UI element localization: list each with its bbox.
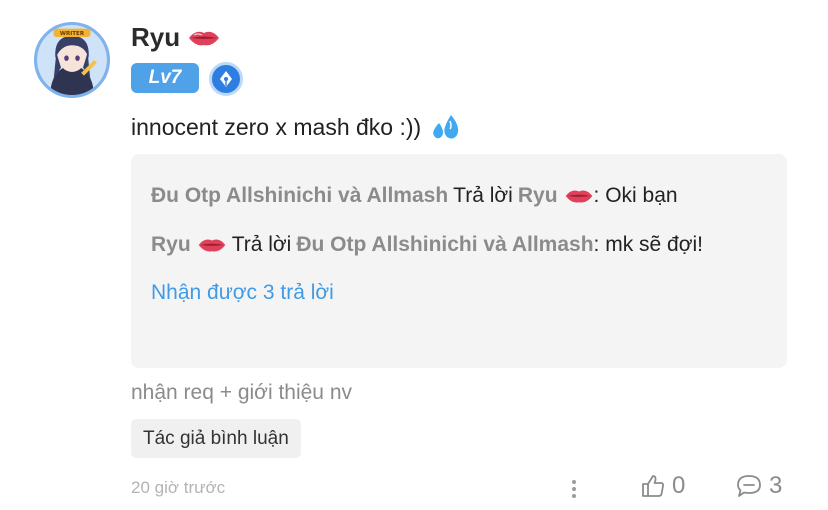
lips-icon [189,31,220,45]
comment-timestamp: 20 giờ trước [131,478,226,497]
reply-item: Đu Otp Allshinichi và Allmash Trả lời Ry… [151,184,678,208]
like-count: 0 [672,472,686,499]
dot [572,487,576,491]
reply-button[interactable]: 3 [735,472,782,500]
username[interactable]: Ryu [131,22,180,53]
sweat-droplets-icon [433,115,459,139]
reply-action: Trả lời [231,233,292,256]
more-options-icon[interactable] [566,477,582,501]
replies-preview[interactable]: Đu Otp Allshinichi và Allmash Trả lời Ry… [131,154,787,368]
reply-action: Trả lời [453,184,513,207]
reply-item: Ryu Trả lời Đu Otp Allshinichi và Allmas… [151,233,703,257]
lips-icon [565,190,592,203]
reply-count: 3 [769,472,783,499]
avatar-image: WRITER [37,25,107,95]
reply-target[interactable]: Đu Otp Allshinichi và Allmash [296,233,593,257]
pen-nib-badge-icon[interactable] [209,62,243,96]
reply-target[interactable]: Ryu [518,184,558,208]
avatar[interactable]: WRITER [34,22,110,98]
avatar-badge-text: WRITER [60,31,85,37]
like-button[interactable]: 0 [640,472,685,500]
dot [572,480,576,484]
view-more-replies-link[interactable]: Nhận được 3 trả lời [151,281,334,305]
reply-author[interactable]: Ryu [151,233,191,257]
reply-text: : Oki bạn [593,184,678,207]
lips-icon [198,239,226,252]
dot [572,494,576,498]
comment-text: innocent zero x mash đko :)) [131,113,463,141]
comment-bubble-icon [737,475,761,497]
username-row: Ryu [131,22,220,53]
level-badge: Lv7 [131,63,199,93]
reply-text: : mk sẽ đợi! [593,233,703,256]
comment-body: innocent zero x mash đko :)) [131,113,422,140]
comment-tag-line: nhận req + giới thiệu nv [131,381,353,404]
thumbs-up-icon [642,475,664,497]
author-comment-tag: Tác giả bình luận [131,419,301,458]
pen-nib-icon [220,71,232,87]
reply-author[interactable]: Đu Otp Allshinichi và Allmash [151,184,448,208]
